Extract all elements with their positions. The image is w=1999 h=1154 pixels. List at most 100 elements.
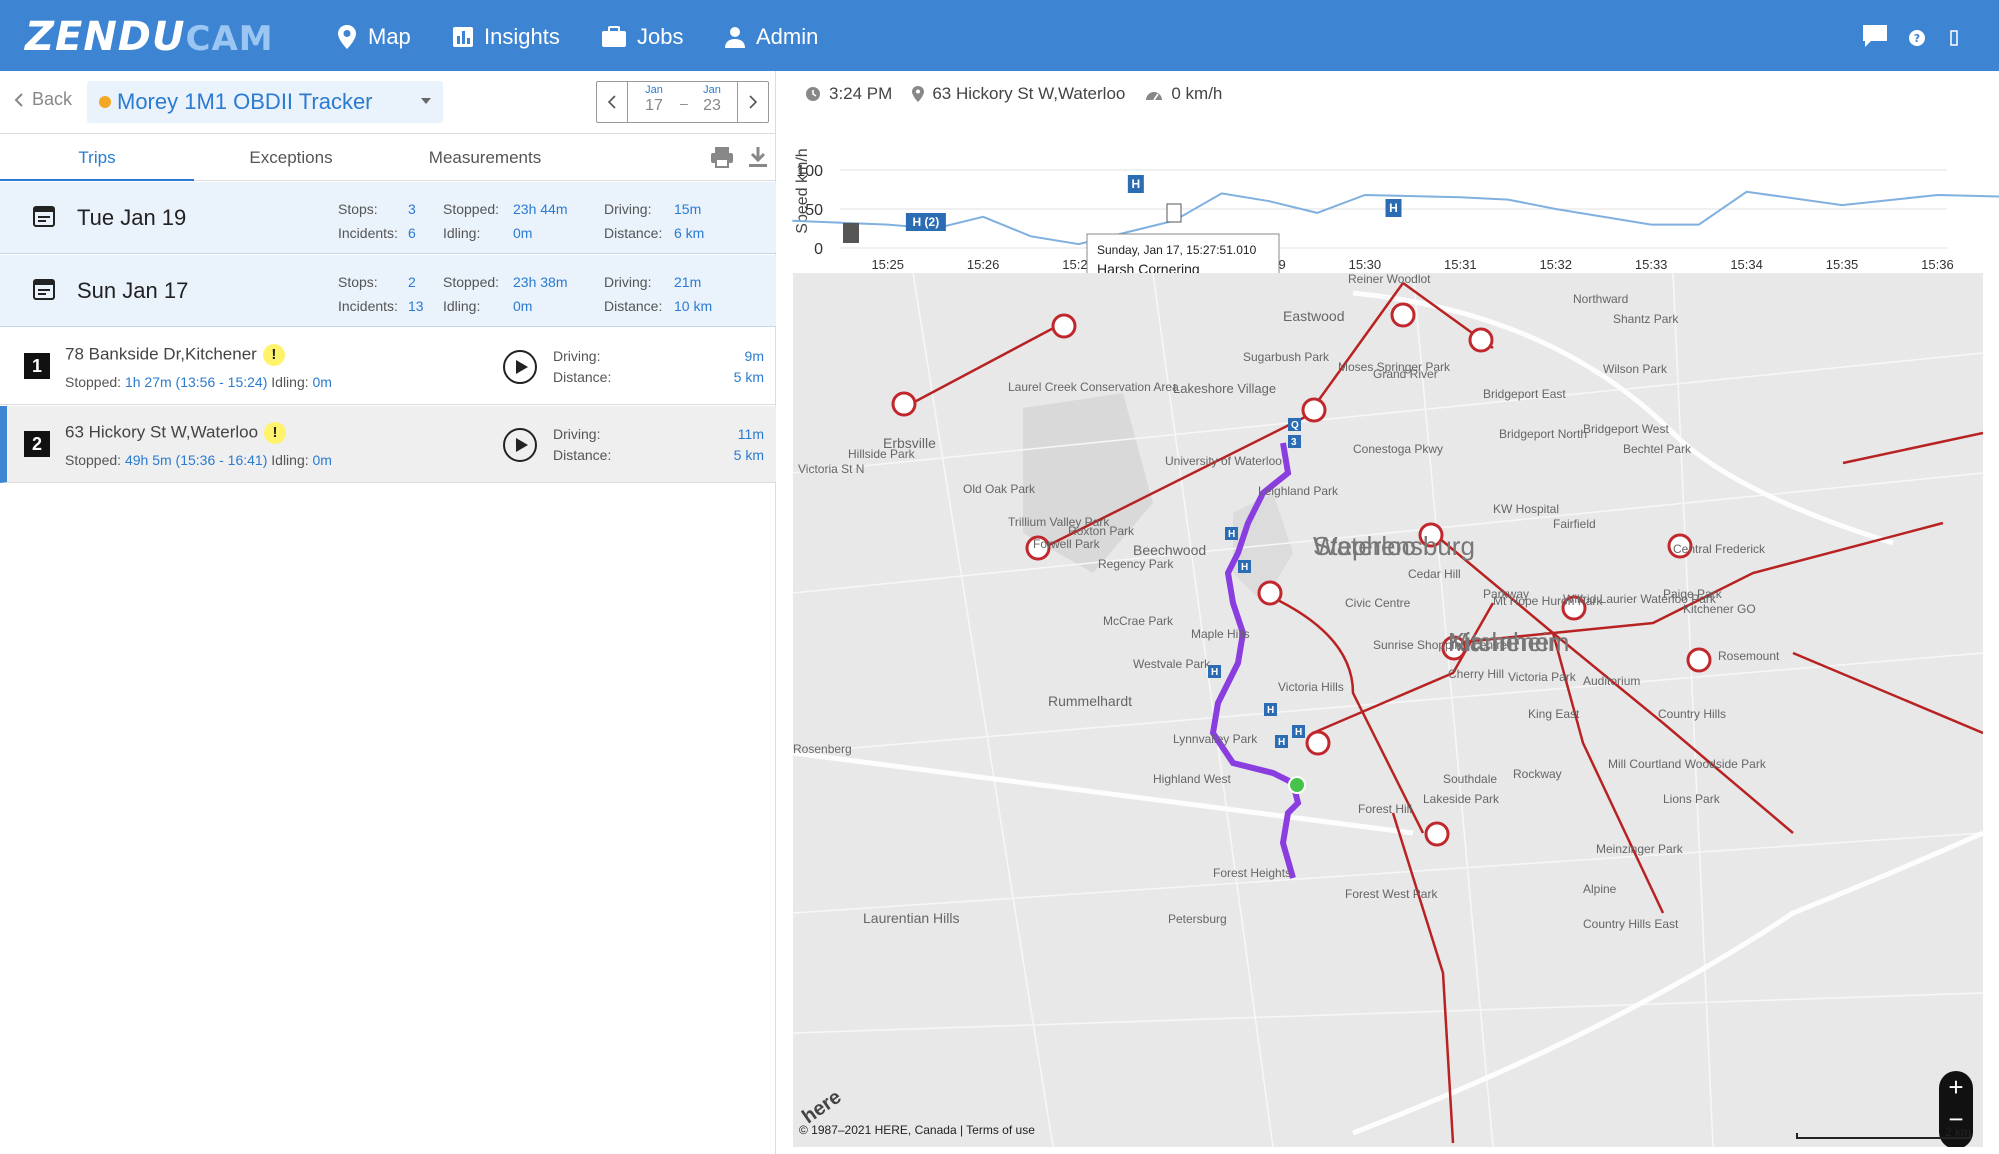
stat-key: Distance: <box>604 298 663 314</box>
driving-stat: Driving: <box>604 274 651 290</box>
stopped-stat: Stopped: <box>443 201 499 217</box>
stat-value: 13 <box>408 298 424 314</box>
nav-map[interactable]: Map <box>336 22 411 52</box>
distance-stat: Distance: <box>604 225 662 241</box>
x-tick-label: 15:35 <box>1826 257 1859 272</box>
stat-key: Idling: <box>443 298 481 314</box>
map-place-label: Wilson Park <box>1603 362 1668 376</box>
driving-value: 9m <box>744 348 764 364</box>
download-icon[interactable] <box>748 146 768 168</box>
map-place-label: Mill Courtland Woodside Park <box>1608 757 1767 771</box>
caret-down-icon <box>421 98 431 104</box>
play-button[interactable] <box>503 428 537 462</box>
date-next-button[interactable] <box>738 82 768 122</box>
x-tick-label: 15:30 <box>1349 257 1382 272</box>
map-place-label: Beechwood <box>1133 542 1206 558</box>
print-icon[interactable] <box>710 146 734 168</box>
map-place-label: Cherry Hill <box>1448 667 1504 681</box>
trip-row[interactable]: 1 78 Bankside Dr,Kitchener! Stopped: 1h … <box>0 328 776 405</box>
map-place-label: Bridgeport East <box>1483 387 1566 401</box>
y-tick-label: 0 <box>814 241 823 258</box>
driving-key: Driving: <box>553 348 601 364</box>
map-place-label: Eastwood <box>1283 308 1344 324</box>
back-button[interactable]: Back <box>14 89 72 110</box>
driving-value: 15m <box>674 201 701 217</box>
x-tick-label: 15:26 <box>967 257 1000 272</box>
driving-value: 21m <box>674 274 701 290</box>
map-place-label: Meinzinger Park <box>1596 842 1684 856</box>
tab-exceptions[interactable]: Exceptions <box>194 134 388 181</box>
driving-value: 11m <box>737 426 764 442</box>
map-place-label: Reiner Woodlot <box>1348 273 1431 286</box>
map-place-label: Country Hills <box>1658 707 1726 721</box>
map-place-label: Bridgeport West <box>1583 422 1669 436</box>
help-icon[interactable]: ? <box>1909 30 1925 51</box>
scale-bar <box>1796 1133 1971 1139</box>
distance-value: 5 km <box>733 447 764 463</box>
distance-value: 5 km <box>733 369 764 385</box>
nav-jobs[interactable]: Jobs <box>601 22 683 52</box>
trip-number: 2 <box>24 431 50 457</box>
map-place-label: Shantz Park <box>1613 312 1679 326</box>
map-place-label: McCrae Park <box>1103 614 1174 628</box>
x-tick-label: 15:34 <box>1730 257 1763 272</box>
map-place-label: Conestoga Pkwy <box>1353 442 1443 456</box>
map-view[interactable]: Q 3 H H H H H H Waterloo Kitchener Erbsvil… <box>793 273 1983 1147</box>
trip-address: 63 Hickory St W,Waterloo! <box>65 422 287 444</box>
tooltip-line-1: Sunday, Jan 17, 15:27:51.010 <box>1097 243 1257 257</box>
idling-stat: Idling: <box>443 225 480 241</box>
day-title: Sun Jan 17 <box>77 278 189 303</box>
map-place-label: Alpine <box>1583 882 1617 896</box>
zoom-in-button[interactable]: + <box>1939 1071 1973 1103</box>
stat-value: 2 <box>408 274 416 290</box>
map-place-label: Auditorium <box>1583 674 1640 688</box>
logo[interactable]: ZENDUCAM <box>25 14 274 60</box>
incidents-stat: Incidents: <box>338 225 398 241</box>
stopped-value: 23h 38m <box>513 274 567 290</box>
tab-trips[interactable]: Trips <box>0 134 194 181</box>
date-prev-button[interactable] <box>597 82 627 122</box>
stat-key: Stopped: <box>443 274 500 290</box>
map-place-label: Victoria St N <box>798 462 864 476</box>
menu-icon[interactable] <box>1950 30 1958 51</box>
trip-address-text: 63 Hickory St W,Waterloo <box>65 422 259 442</box>
date-from-month: Jan <box>645 84 663 96</box>
play-button[interactable] <box>503 350 537 384</box>
stat-value: 0m <box>312 452 332 468</box>
map-attribution[interactable]: © 1987–2021 HERE, Canada | Terms of use <box>799 1123 1035 1137</box>
nav-map-label: Map <box>368 24 411 49</box>
svg-text:H: H <box>1211 667 1218 678</box>
incidents-value: 6 <box>408 225 416 241</box>
x-tick-label: 15:25 <box>871 257 904 272</box>
warning-icon: ! <box>262 344 285 366</box>
day-summary-row[interactable]: Sun Jan 17 Stops: 2 Incidents: 13 Stoppe… <box>0 255 776 327</box>
tab-actions <box>710 146 768 168</box>
nav-insights[interactable]: Insights <box>452 22 560 52</box>
map-place-label: Northward <box>1573 292 1628 306</box>
chevron-left-icon <box>14 92 23 107</box>
distance-value: 6 km <box>674 225 704 241</box>
map-place-label: Fairfield <box>1553 517 1596 531</box>
svg-text:H: H <box>1267 705 1274 716</box>
tracker-select[interactable]: Morey 1M1 OBDII Tracker <box>87 81 443 123</box>
trip-stop-info: Stopped: 1h 27m (13:56 - 15:24) Idling: … <box>65 374 332 390</box>
trip-row-selected[interactable]: 2 63 Hickory St W,Waterloo! Stopped: 49h… <box>0 406 776 483</box>
driving-stat: Driving: <box>604 201 651 217</box>
chat-icon[interactable] <box>1862 24 1888 53</box>
tab-measurements[interactable]: Measurements <box>388 134 582 181</box>
map-place-label: Forest West Park <box>1345 887 1438 901</box>
day-summary-row[interactable]: Tue Jan 19 Stops: 3 Incidents: 6 Stopped… <box>0 182 776 254</box>
status-speed: 0 km/h <box>1171 84 1223 103</box>
trip-address-text: 78 Bankside Dr,Kitchener <box>65 344 257 364</box>
incidents-value: 13 <box>408 298 424 314</box>
stopped-value: 23h 44m <box>513 201 567 217</box>
nav-admin[interactable]: Admin <box>724 22 818 52</box>
svg-text:H: H <box>1241 562 1248 573</box>
map-place-label: Country Hills East <box>1583 917 1679 931</box>
map-place-label: Lynnvalley Park <box>1173 732 1258 746</box>
map-place-label: Lakeside Park <box>1423 792 1500 806</box>
status-time: 3:24 PM <box>829 84 893 103</box>
date-range-display[interactable]: Jan 17 – Jan 23 <box>627 82 738 122</box>
speed-chart[interactable]: 050100 15:2515:2615:2715:2815:2915:3015:… <box>777 111 1999 281</box>
map-canvas[interactable]: Q 3 H H H H H H WaterlooKitchenerErbsvil… <box>793 273 1983 1147</box>
